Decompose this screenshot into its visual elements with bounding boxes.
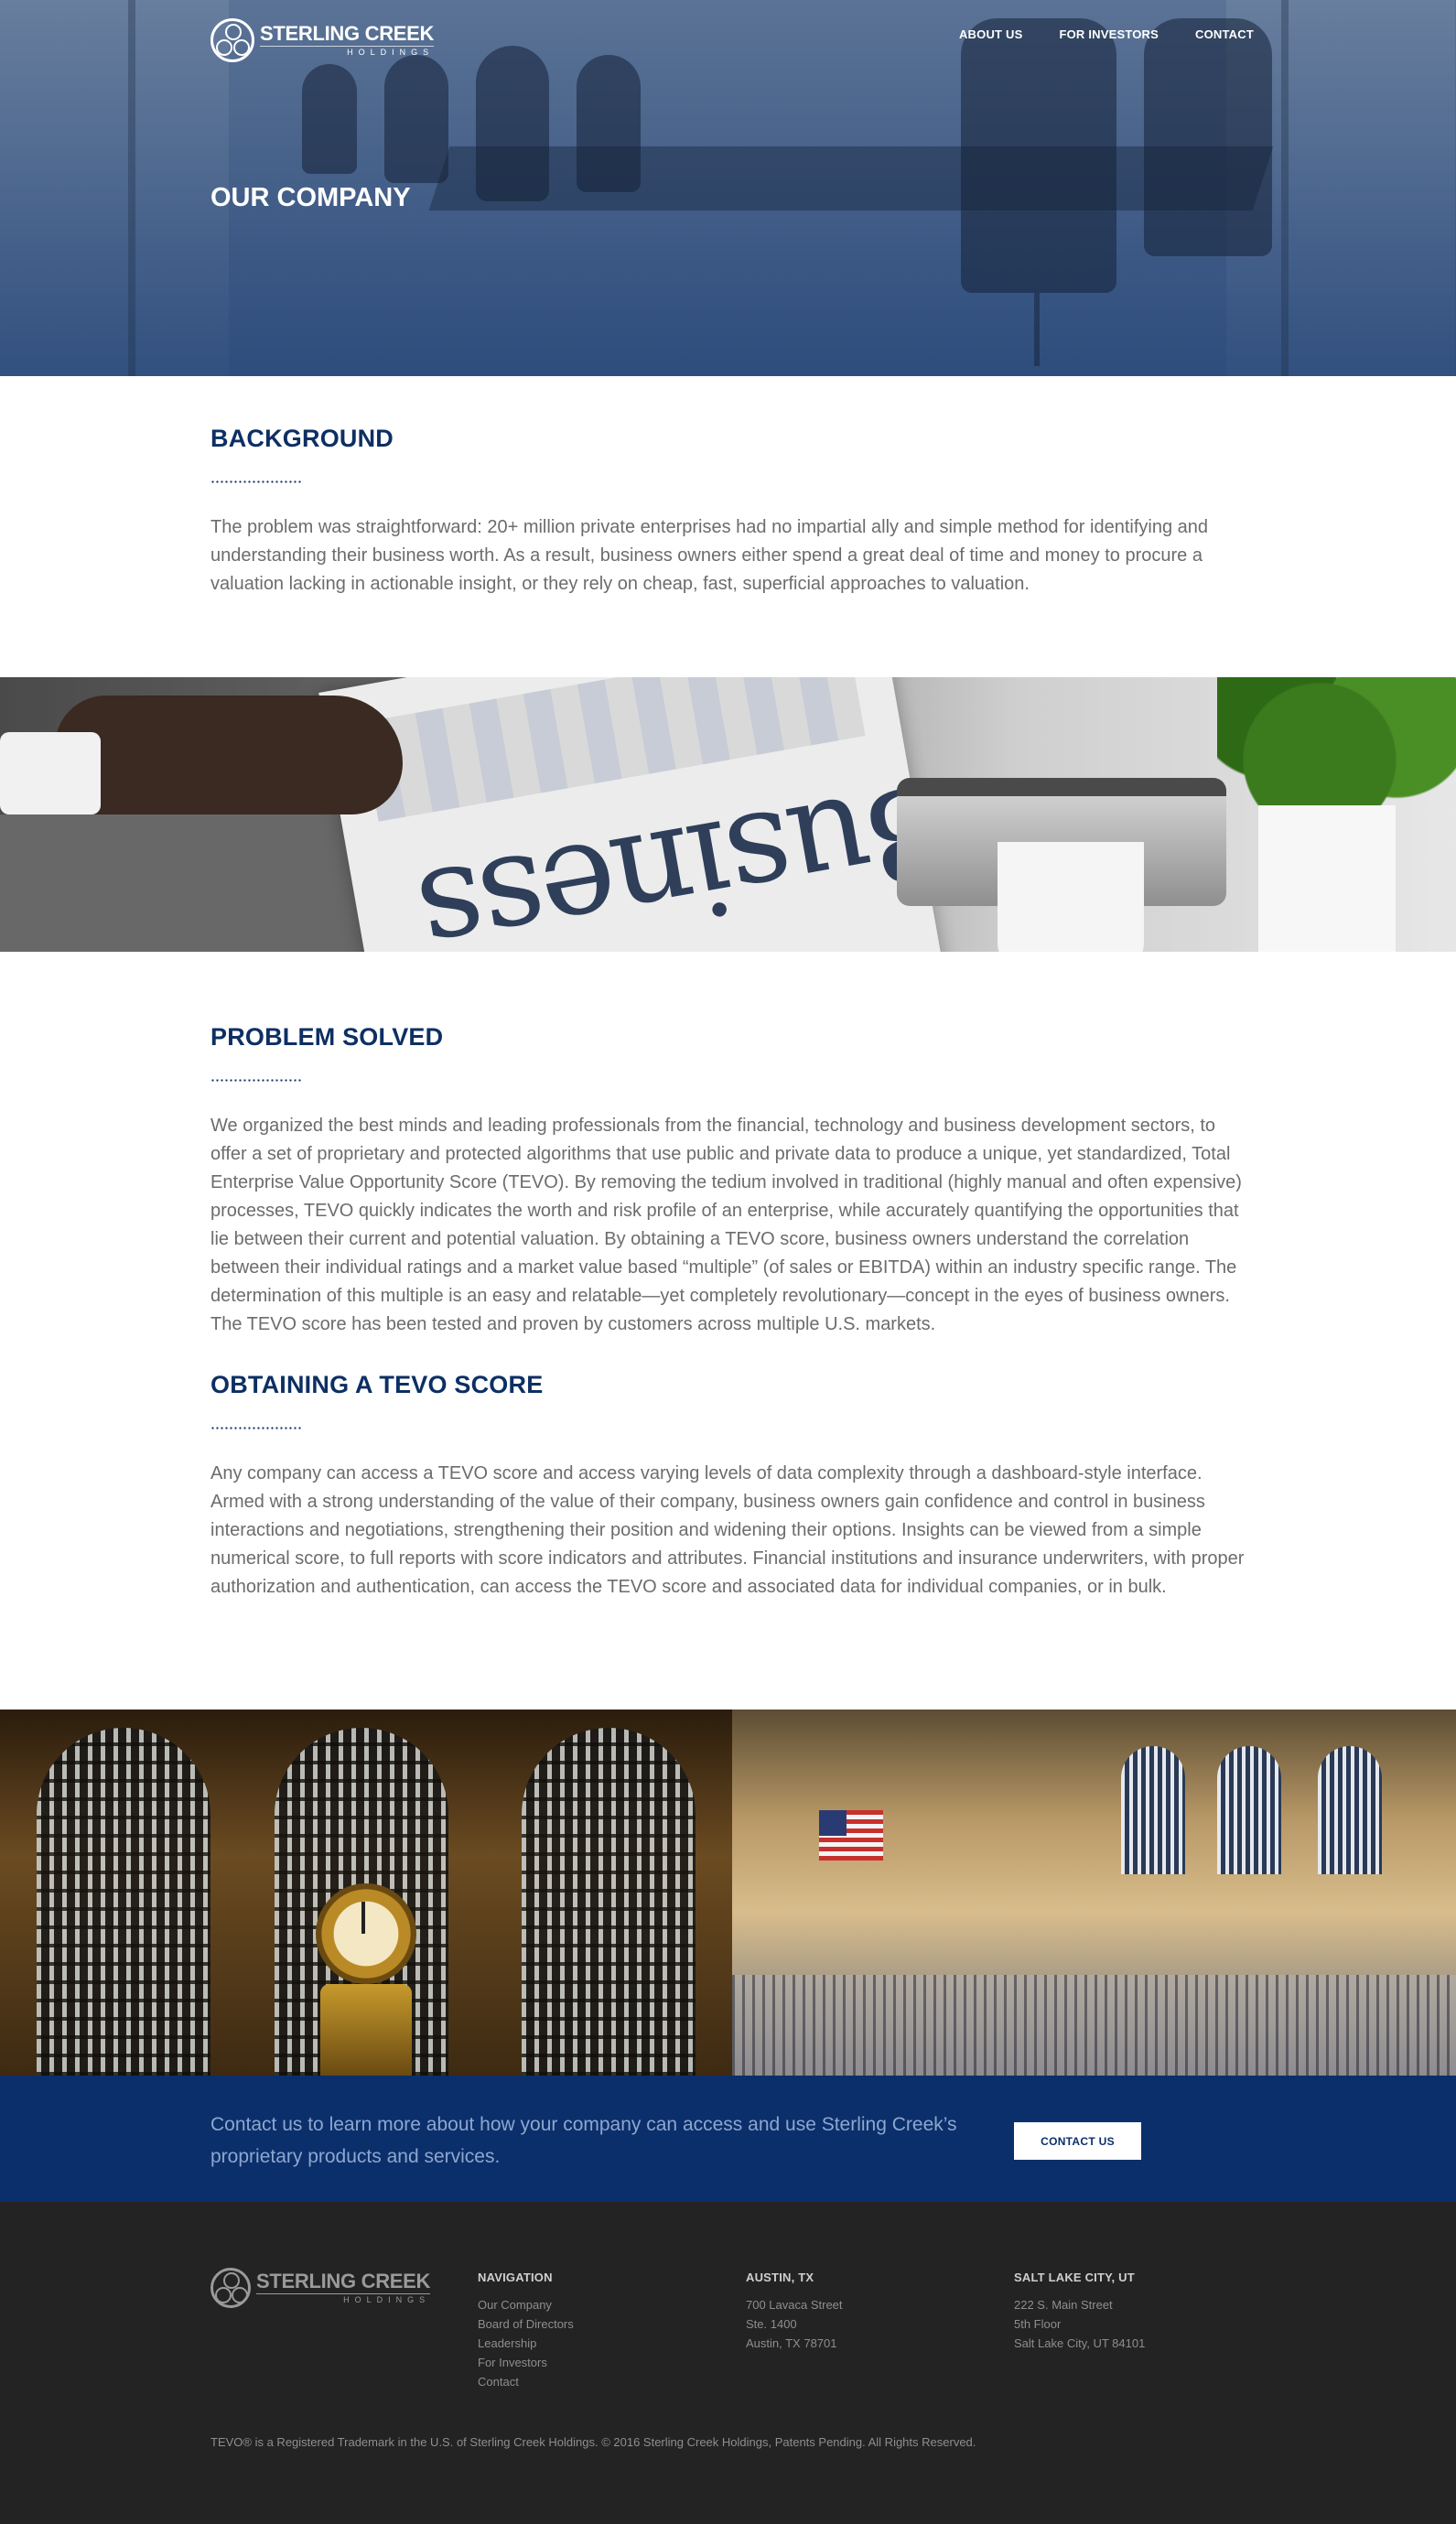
grand-central-clock-image (0, 1710, 732, 2076)
contact-cta-section: Contact us to learn more about how your … (0, 2076, 1456, 2202)
logo-sub: HOLDINGS (256, 2293, 431, 2305)
background-heading: BACKGROUND (210, 425, 394, 452)
address-line: 5th Floor (1014, 2317, 1062, 2331)
problem-solved-heading: PROBLEM SOLVED (210, 1023, 444, 1051)
arched-window (1318, 1746, 1382, 1874)
address-line: Salt Lake City, UT 84101 (1014, 2336, 1146, 2350)
arched-window (37, 1728, 210, 2076)
logo-name: STERLING CREEK (256, 2270, 431, 2292)
nav-about-us[interactable]: ABOUT US (959, 27, 1023, 41)
footer-link-contact[interactable]: Contact (478, 2372, 574, 2391)
hero-window (0, 0, 229, 376)
cta-text: Contact us to learn more about how your … (210, 2114, 957, 2167)
nav-for-investors[interactable]: FOR INVESTORS (1059, 27, 1159, 41)
problem-solved-section: PROBLEM SOLVED We organized the best min… (210, 1023, 1254, 1339)
coffee-mug (998, 842, 1144, 952)
contact-us-button[interactable]: CONTACT US (1014, 2122, 1141, 2160)
background-section: BACKGROUND The problem was straightforwa… (210, 425, 1254, 599)
chair (302, 64, 357, 174)
grand-central-images (0, 1710, 1456, 2076)
copyright: TEVO® is a Registered Trademark in the U… (210, 2435, 976, 2449)
footer-slc-address: SALT LAKE CITY, UT 222 S. Main Street 5t… (1014, 2271, 1145, 2353)
hero-banner: STERLING CREEK HOLDINGS ABOUT US FOR INV… (0, 0, 1456, 376)
address-line: Ste. 1400 (746, 2317, 797, 2331)
footer-navigation: NAVIGATION Our Company Board of Director… (478, 2271, 574, 2391)
chair (476, 46, 549, 201)
obtaining-tevo-text: Any company can access a TEVO score and … (210, 1463, 1245, 1597)
footer-link-board-of-directors[interactable]: Board of Directors (478, 2314, 574, 2334)
site-logo[interactable]: STERLING CREEK HOLDINGS (210, 18, 434, 62)
obtaining-tevo-section: OBTAINING A TEVO SCORE Any company can a… (210, 1371, 1254, 1602)
heading-divider (210, 480, 302, 483)
footer-link-leadership[interactable]: Leadership (478, 2334, 574, 2353)
crowd (732, 1975, 1456, 2076)
arched-window (1121, 1746, 1185, 1874)
nav-contact[interactable]: CONTACT (1195, 27, 1254, 41)
logo-mark-icon (210, 2268, 251, 2308)
address-line: Austin, TX 78701 (746, 2336, 837, 2350)
chair (1144, 18, 1272, 256)
hero-mullion (128, 0, 135, 376)
problem-solved-text: We organized the best minds and leading … (210, 1116, 1242, 1334)
address-line: 222 S. Main Street (1014, 2298, 1113, 2312)
footer-link-our-company[interactable]: Our Company (478, 2295, 574, 2314)
footer-austin-address: AUSTIN, TX 700 Lavaca Street Ste. 1400 A… (746, 2271, 843, 2353)
footer-austin-title: AUSTIN, TX (746, 2271, 814, 2284)
main-nav: ABOUT US FOR INVESTORS CONTACT (959, 27, 1254, 41)
footer: STERLING CREEK HOLDINGS NAVIGATION Our C… (0, 2202, 1456, 2524)
clock-pedestal (320, 1984, 412, 2076)
footer-logo[interactable]: STERLING CREEK HOLDINGS (210, 2268, 430, 2308)
heading-divider (210, 1427, 302, 1429)
chair (961, 18, 1116, 293)
obtaining-tevo-heading: OBTAINING A TEVO SCORE (210, 1371, 544, 1398)
logo-name: STERLING CREEK (260, 22, 435, 45)
logo-sub: HOLDINGS (260, 46, 435, 58)
background-text: The problem was straightforward: 20+ mil… (210, 517, 1208, 594)
clock-icon (316, 1883, 416, 1984)
footer-navigation-title: NAVIGATION (478, 2271, 553, 2284)
footer-link-for-investors[interactable]: For Investors (478, 2353, 574, 2372)
us-flag-icon (819, 1810, 883, 1861)
arched-window (522, 1728, 696, 2076)
plant-pot (1258, 805, 1396, 952)
newspaper: Business (318, 677, 972, 952)
hero-mullion (1281, 0, 1289, 376)
business-newspaper-image: Business (0, 677, 1456, 952)
hand (55, 696, 403, 814)
chair-leg (1034, 293, 1040, 366)
logo-mark-icon (210, 18, 254, 62)
chair (577, 55, 641, 192)
heading-divider (210, 1079, 302, 1082)
chair (384, 55, 448, 183)
arched-window (1217, 1746, 1281, 1874)
footer-slc-title: SALT LAKE CITY, UT (1014, 2271, 1135, 2284)
address-line: 700 Lavaca Street (746, 2298, 843, 2312)
page-title: OUR COMPANY (210, 183, 411, 212)
shirt-cuff (0, 732, 101, 814)
